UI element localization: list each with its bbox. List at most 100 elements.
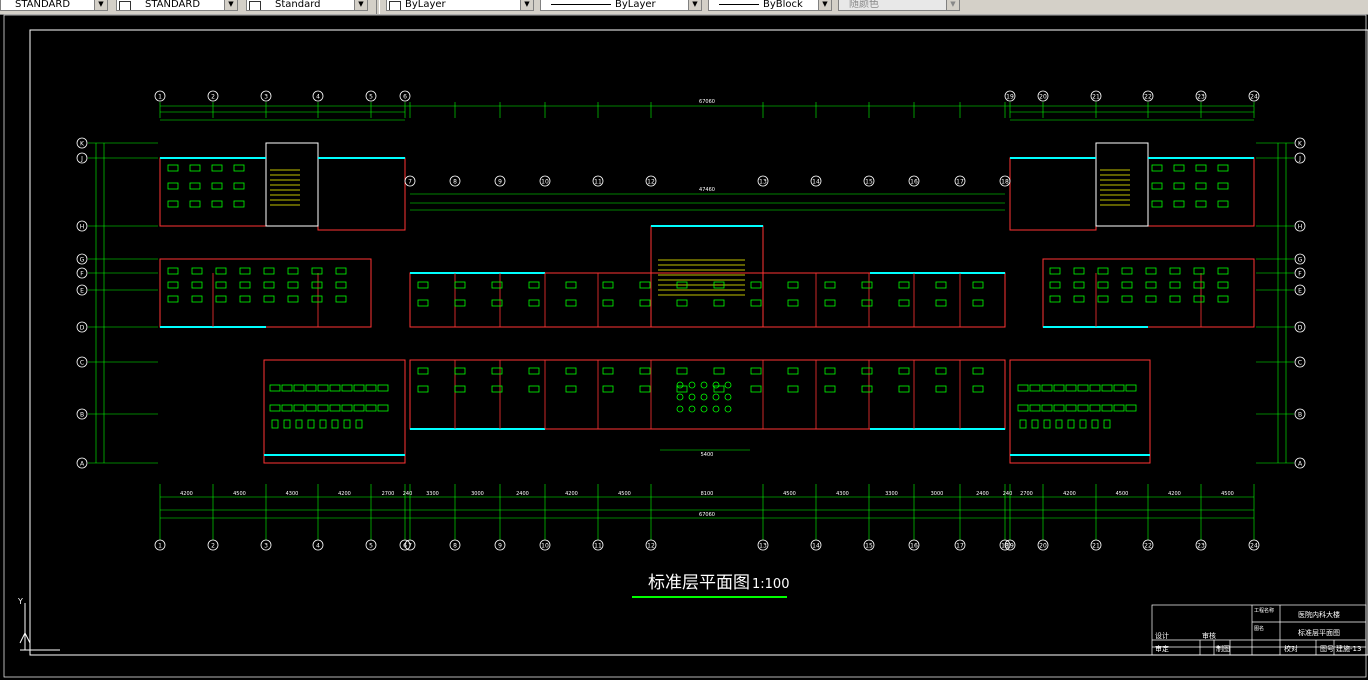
bed-icon xyxy=(824,299,836,307)
bed-icon xyxy=(787,281,799,289)
grid-top-label: 19 xyxy=(1006,94,1014,101)
grid-mid-label: 8 xyxy=(453,179,457,186)
bed-icon xyxy=(191,295,203,303)
bed-icon xyxy=(335,267,347,275)
bed-icon xyxy=(1053,384,1065,392)
bed-icon xyxy=(565,385,577,393)
bed-icon xyxy=(1041,404,1053,412)
bed-icon xyxy=(1097,281,1109,289)
bed-icon xyxy=(1125,384,1137,392)
grid-bottom-label: 22 xyxy=(1144,543,1152,550)
dim-bottom-segment: 240 xyxy=(403,491,413,497)
bed-icon xyxy=(1193,267,1205,275)
room-wall xyxy=(1042,258,1255,328)
bed-icon xyxy=(1217,200,1229,208)
dim-bottom-segment: 8100 xyxy=(701,491,714,497)
bed-icon xyxy=(191,281,203,289)
bed-icon xyxy=(639,299,651,307)
toilet-icon xyxy=(307,419,315,429)
dim-bottom-segment: 240 xyxy=(1003,491,1013,497)
dim-bottom-segment: 4500 xyxy=(1221,491,1234,497)
bed-icon xyxy=(311,267,323,275)
bed-icon xyxy=(898,367,910,375)
grid-row-right-label: D xyxy=(1298,325,1303,332)
bed-icon xyxy=(353,384,365,392)
bed-icon xyxy=(491,385,503,393)
bed-icon xyxy=(1029,404,1041,412)
bed-icon xyxy=(269,384,281,392)
bed-icon xyxy=(1217,164,1229,172)
grid-mid-label: 16 xyxy=(910,179,918,186)
bed-icon xyxy=(263,267,275,275)
seat-icon xyxy=(724,393,732,401)
bed-icon xyxy=(528,299,540,307)
bed-icon xyxy=(189,200,201,208)
draw-label: 制图 xyxy=(1216,645,1230,653)
grid-bubbles: 1 2 3 4 5 6 19 20 21 22 23 247 8 9 10 11 12 13 14 15 16 17 181… xyxy=(76,90,1306,551)
bed-icon xyxy=(935,385,947,393)
toilet-icon xyxy=(343,419,351,429)
grid-bottom-label: 12 xyxy=(647,543,655,550)
dim-bottom-segment: 4300 xyxy=(836,491,849,497)
seat-icon xyxy=(676,393,684,401)
bed-icon xyxy=(417,281,429,289)
seat-icon xyxy=(676,381,684,389)
grid-bottom-label: 17 xyxy=(956,543,964,550)
grid-top-label: 2 xyxy=(211,94,215,101)
room-wall xyxy=(1009,157,1097,231)
dim-bottom-segment: 3300 xyxy=(426,491,439,497)
bed-icon xyxy=(1065,384,1077,392)
bed-icon xyxy=(1121,295,1133,303)
dim-top-overall: 67060 xyxy=(699,99,715,105)
bed-icon xyxy=(287,267,299,275)
grid-bottom-label: 1 xyxy=(158,543,162,550)
grid-mid-label: 10 xyxy=(541,179,549,186)
bed-icon xyxy=(191,267,203,275)
grid-top-label: 4 xyxy=(316,94,320,101)
bed-icon xyxy=(861,281,873,289)
bed-icon xyxy=(454,367,466,375)
bed-icon xyxy=(861,385,873,393)
dim-bottom-segment: 4200 xyxy=(1168,491,1181,497)
bed-icon xyxy=(1077,404,1089,412)
bed-icon xyxy=(293,404,305,412)
check-label: 审核 xyxy=(1202,632,1216,640)
grid-mid-label: 18 xyxy=(1001,179,1009,186)
toilet-icon xyxy=(1043,419,1051,429)
room-wall xyxy=(650,225,764,328)
bed-icon xyxy=(676,367,688,375)
toilet-icon xyxy=(1031,419,1039,429)
bed-icon xyxy=(1145,281,1157,289)
grid-top-label: 3 xyxy=(264,94,268,101)
seat-icon xyxy=(724,405,732,413)
bed-icon xyxy=(676,299,688,307)
bed-icon xyxy=(353,404,365,412)
dim-bottom-segment: 4200 xyxy=(338,491,351,497)
dim-bottom-segment: 4200 xyxy=(1063,491,1076,497)
dim-bottom-segment: 4200 xyxy=(180,491,193,497)
bed-icon xyxy=(972,281,984,289)
bed-icon xyxy=(898,385,910,393)
ucs-y-label: Y xyxy=(18,597,23,606)
dim-bottom-segment: 3000 xyxy=(931,491,944,497)
grid-row-left-label: D xyxy=(80,325,85,332)
grid-top-label: 1 xyxy=(158,94,162,101)
bed-icon xyxy=(211,182,223,190)
grid-row-left-label: H xyxy=(80,224,85,231)
seat-icon xyxy=(688,393,696,401)
grid-bottom-label: 19 xyxy=(1006,543,1014,550)
bed-icon xyxy=(281,404,293,412)
bed-icon xyxy=(417,299,429,307)
dim-bottom-segment: 3300 xyxy=(885,491,898,497)
bed-icon xyxy=(1193,281,1205,289)
drawing-label: 图名 xyxy=(1254,626,1265,632)
bed-icon xyxy=(602,385,614,393)
bed-icon xyxy=(1193,295,1205,303)
grid-bottom-label: 10 xyxy=(541,543,549,550)
bed-icon xyxy=(417,367,429,375)
toilet-icon xyxy=(1055,419,1063,429)
grid-bottom-label: 2 xyxy=(211,543,215,550)
bed-icon xyxy=(335,281,347,289)
grid-bottom-label: 23 xyxy=(1197,543,1205,550)
bed-icon xyxy=(1049,295,1061,303)
